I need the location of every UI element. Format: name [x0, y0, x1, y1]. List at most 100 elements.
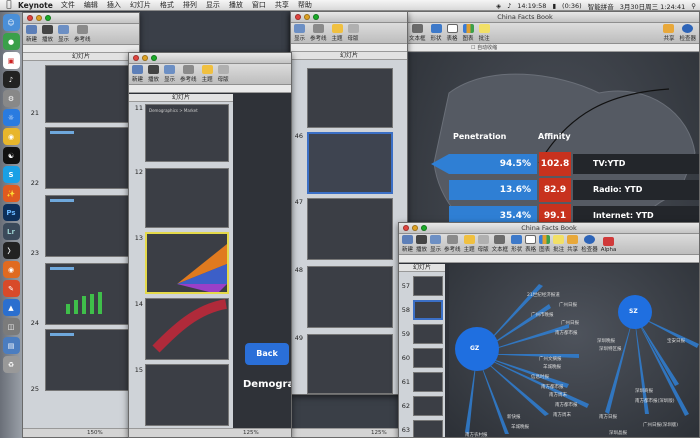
slide-thumbnail[interactable]	[45, 65, 129, 123]
comment-button[interactable]: 批注	[553, 235, 564, 253]
menu-file[interactable]: 文件	[61, 0, 75, 10]
zoom-button[interactable]	[421, 225, 427, 231]
menu-play[interactable]: 播放	[229, 0, 243, 10]
chrome-icon[interactable]: ◉	[2, 128, 20, 145]
preview-icon[interactable]: ◫	[2, 318, 20, 335]
close-button[interactable]	[403, 225, 409, 231]
chart-button[interactable]: 图表	[462, 24, 474, 42]
textbox-button[interactable]: 文本框	[409, 24, 426, 42]
calendar-icon[interactable]: ▣	[2, 52, 20, 69]
themes-button[interactable]: 主题	[331, 24, 343, 42]
menu-app-keynote[interactable]: Keynote	[18, 1, 53, 10]
guides-button[interactable]: 参考线	[310, 24, 327, 42]
share-button[interactable]: 共享	[567, 235, 578, 253]
shapes-button[interactable]: 形状	[511, 235, 522, 253]
themes-button[interactable]: 主题	[201, 65, 213, 83]
slide-thumbnail[interactable]	[145, 298, 229, 360]
masters-button[interactable]: 母版	[217, 65, 229, 83]
slide-thumbnail[interactable]	[307, 68, 393, 128]
qq-icon[interactable]: ☯	[2, 147, 20, 164]
back-button[interactable]: Back	[245, 343, 289, 365]
slide-thumbnail[interactable]	[45, 127, 129, 189]
apple-menu-icon[interactable]: 	[0, 0, 18, 10]
table-button[interactable]: 表格	[446, 24, 458, 42]
slide-thumbnail[interactable]	[307, 198, 393, 260]
menu-share[interactable]: 共享	[275, 0, 289, 10]
folder-icon[interactable]: ▤	[2, 337, 20, 354]
slide-thumbnail[interactable]: Demographics > Market	[145, 104, 229, 162]
share-button[interactable]: 共享	[663, 24, 674, 42]
close-button[interactable]	[295, 14, 301, 20]
finder-icon[interactable]: ☺	[2, 14, 20, 31]
shapes-button[interactable]: 形状	[430, 24, 442, 42]
menu-help[interactable]: 帮助	[298, 0, 312, 10]
slide-thumbnail[interactable]	[413, 348, 443, 368]
slide-thumbnail[interactable]	[45, 329, 129, 391]
table-button[interactable]: 表格	[525, 235, 536, 253]
lightroom-icon[interactable]: Lr	[2, 223, 20, 240]
minimize-button[interactable]	[142, 55, 148, 61]
slide-thumbnail-selected[interactable]	[413, 300, 443, 320]
menu-view[interactable]: 显示	[206, 0, 220, 10]
safari-icon[interactable]: ☼	[2, 109, 20, 126]
slide-thumbnail[interactable]	[45, 263, 129, 325]
slide-thumbnail-selected[interactable]	[145, 232, 229, 294]
inspector-button[interactable]: 检查器	[581, 235, 598, 253]
view-button[interactable]: 显示	[58, 25, 69, 43]
front-slide-canvas[interactable]: GZ SZ 21世纪经济报道 广州日报 广州市晚报 广州日报 南方都市报 深圳晚…	[449, 264, 699, 437]
zoom-readout-mid[interactable]: 125%	[243, 430, 259, 436]
themes-button[interactable]: 主题	[463, 235, 475, 253]
minimize-button[interactable]	[304, 14, 310, 20]
minimize-button[interactable]	[36, 15, 42, 21]
minimize-button[interactable]	[412, 225, 418, 231]
masters-button[interactable]: 母版	[347, 24, 359, 42]
keynote-icon[interactable]: ▲	[2, 299, 20, 316]
slide-thumbnail[interactable]	[413, 396, 443, 416]
trash-icon[interactable]: ♻	[2, 356, 20, 373]
comment-button[interactable]: 批注	[478, 24, 490, 42]
masters-button[interactable]: 母版	[477, 235, 489, 253]
slide-thumbnail[interactable]	[307, 334, 393, 394]
menu-window[interactable]: 窗口	[252, 0, 266, 10]
guides-button[interactable]: 参考线	[74, 25, 91, 43]
guides-button[interactable]: 参考线	[180, 65, 197, 83]
settings-icon[interactable]: ⚙	[2, 90, 20, 107]
itunes-icon[interactable]: ♪	[2, 71, 20, 88]
play-button[interactable]: 播放	[42, 25, 53, 43]
photoshop-icon[interactable]: Ps	[2, 204, 20, 221]
wifi-icon[interactable]: ◈	[496, 2, 501, 10]
battery-icon[interactable]: ▮	[552, 2, 556, 10]
date-time[interactable]: 3月30日周三 1:24:41	[620, 1, 686, 11]
view-button[interactable]: 显示	[430, 235, 441, 253]
new-button[interactable]: 新建	[26, 25, 37, 43]
volume-icon[interactable]: ♪	[507, 2, 511, 10]
view-button[interactable]: 显示	[164, 65, 175, 83]
menu-arrange[interactable]: 排列	[183, 0, 197, 10]
play-button[interactable]: 播放	[416, 235, 427, 253]
menu-insert[interactable]: 插入	[107, 0, 121, 10]
terminal-icon[interactable]: 〉	[2, 242, 20, 259]
slide-thumbnail[interactable]	[413, 276, 443, 296]
slide-thumbnail[interactable]	[413, 420, 443, 437]
menu-edit[interactable]: 编辑	[84, 0, 98, 10]
slide-thumbnail[interactable]	[145, 364, 229, 426]
guides-button[interactable]: 参考线	[444, 235, 461, 253]
alpha-button[interactable]: Alpha	[601, 237, 616, 253]
spotlight-icon[interactable]: ⚲	[691, 2, 696, 10]
close-button[interactable]	[27, 15, 33, 21]
messages-icon[interactable]: ●	[2, 33, 20, 50]
zoom-readout-left[interactable]: 150%	[87, 430, 103, 436]
view-button[interactable]: 显示	[294, 24, 305, 42]
pages-icon[interactable]: ✎	[2, 280, 20, 297]
menu-slide[interactable]: 幻灯片	[130, 0, 151, 10]
new-button[interactable]: 新建	[132, 65, 143, 83]
zoom-button[interactable]	[151, 55, 157, 61]
zoom-button[interactable]	[45, 15, 51, 21]
slide-thumbnail[interactable]	[307, 266, 393, 328]
slide-thumbnail-selected[interactable]	[307, 132, 393, 194]
slide-thumbnail[interactable]	[413, 324, 443, 344]
slide-thumbnail[interactable]	[413, 372, 443, 392]
zoom-button[interactable]	[313, 14, 319, 20]
firefox-icon[interactable]: ◉	[2, 261, 20, 278]
menu-format[interactable]: 格式	[160, 0, 174, 10]
